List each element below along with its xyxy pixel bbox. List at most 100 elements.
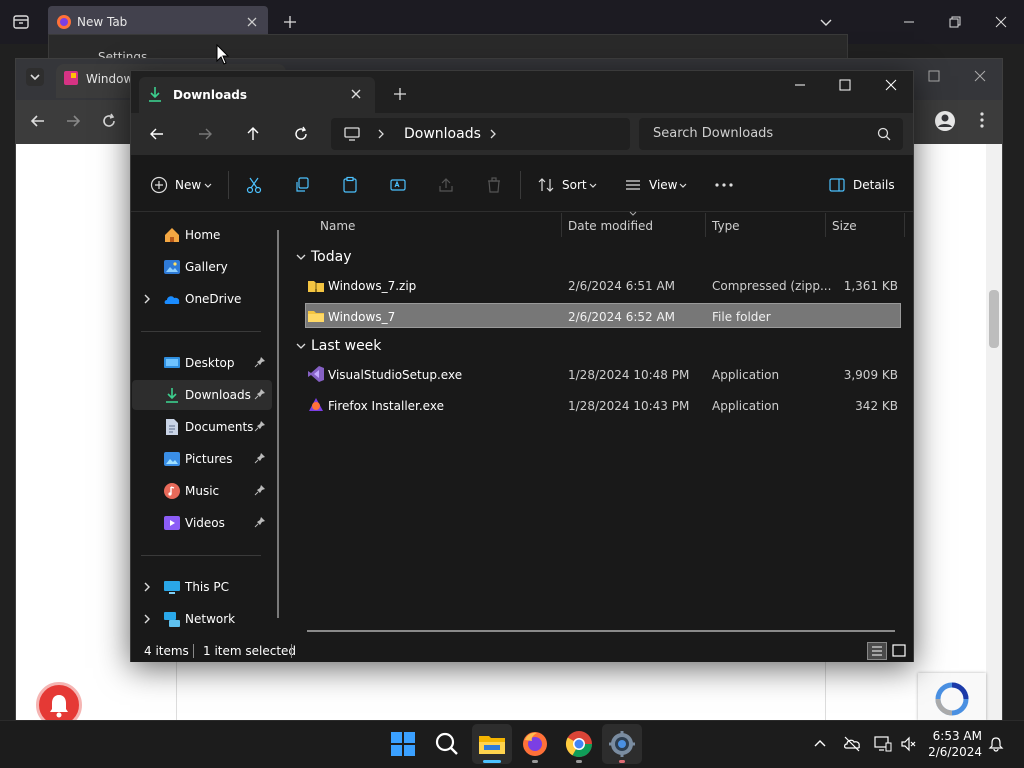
chevron-right-icon[interactable] [375, 127, 387, 141]
restore-icon[interactable] [947, 14, 963, 30]
column-header-name[interactable]: Name [320, 219, 355, 233]
list-all-tabs-icon[interactable] [12, 13, 30, 31]
file-name[interactable]: Windows_7 [328, 310, 395, 324]
maximize-icon[interactable] [926, 68, 942, 84]
close-icon[interactable] [972, 68, 988, 84]
file-explorer-icon[interactable] [476, 728, 508, 760]
close-icon[interactable] [883, 77, 899, 93]
navigation-pane-scrollbar[interactable] [277, 230, 279, 618]
column-divider[interactable] [705, 213, 706, 237]
back-arrow-icon[interactable] [28, 111, 48, 131]
new-tab-icon[interactable] [282, 14, 298, 30]
windows-start-icon[interactable] [387, 728, 419, 760]
cut-icon[interactable] [245, 176, 263, 194]
firefox-icon[interactable] [519, 728, 551, 760]
file-name[interactable]: Windows_7.zip [328, 279, 416, 293]
chevron-down-icon[interactable] [203, 180, 213, 190]
rename-icon[interactable] [389, 176, 407, 194]
sidebar-item-downloads[interactable]: Downloads [185, 388, 251, 402]
large-icons-view-icon[interactable] [889, 642, 909, 660]
delete-icon[interactable] [485, 176, 503, 194]
sidebar-item-documents[interactable]: Documents [185, 420, 253, 434]
file-name[interactable]: Firefox Installer.exe [328, 399, 444, 413]
copy-icon[interactable] [293, 176, 311, 194]
details-pane-icon[interactable] [828, 176, 846, 194]
refresh-icon[interactable] [291, 124, 311, 144]
new-icon[interactable] [150, 176, 168, 194]
onedrive-offline-icon[interactable] [843, 735, 861, 753]
chrome-scrollbar-thumb[interactable] [989, 290, 999, 348]
search-icon[interactable] [431, 728, 463, 760]
column-divider[interactable] [904, 213, 905, 237]
view-button[interactable]: View [649, 178, 677, 192]
pin-icon[interactable] [254, 452, 266, 464]
sidebar-item-music[interactable]: Music [185, 484, 219, 498]
network-status-icon[interactable] [874, 735, 892, 753]
pin-icon[interactable] [254, 484, 266, 496]
volume-muted-icon[interactable] [900, 735, 918, 753]
sidebar-item-videos[interactable]: Videos [185, 516, 225, 530]
chevron-down-icon[interactable] [678, 180, 688, 190]
reload-icon[interactable] [99, 111, 119, 131]
column-divider[interactable] [561, 213, 562, 237]
chevron-up-icon[interactable] [812, 736, 828, 752]
chrome-scrollbar[interactable] [986, 144, 1002, 720]
chrome-icon[interactable] [563, 728, 595, 760]
chevron-down-icon[interactable] [295, 251, 307, 263]
settings-gear-icon[interactable] [606, 728, 638, 760]
new-tab-icon[interactable] [392, 86, 408, 102]
column-divider[interactable] [825, 213, 826, 237]
group-header-today[interactable]: Today [311, 249, 352, 265]
paste-icon[interactable] [341, 176, 359, 194]
close-tab-icon[interactable] [348, 86, 364, 102]
breadcrumb-downloads[interactable]: Downloads [404, 126, 481, 142]
more-vert-icon[interactable] [972, 110, 992, 130]
chevron-right-icon[interactable] [487, 127, 499, 141]
search-icon[interactable] [876, 126, 892, 142]
horizontal-scrollbar[interactable] [307, 630, 895, 632]
sidebar-item-network[interactable]: Network [185, 612, 235, 626]
close-icon[interactable] [993, 14, 1009, 30]
maximize-icon[interactable] [837, 77, 853, 93]
file-name[interactable]: VisualStudioSetup.exe [328, 368, 462, 382]
new-button[interactable]: New [175, 178, 201, 192]
pin-icon[interactable] [254, 420, 266, 432]
back-arrow-icon[interactable] [147, 124, 167, 144]
view-icon[interactable] [624, 176, 642, 194]
chevron-down-icon[interactable] [818, 14, 834, 30]
chevron-right-icon[interactable] [141, 292, 153, 306]
more-options-icon[interactable] [714, 176, 734, 194]
group-header-last-week[interactable]: Last week [311, 338, 381, 354]
column-header-size[interactable]: Size [832, 219, 857, 233]
chevron-right-icon[interactable] [141, 612, 153, 626]
forward-arrow-icon[interactable] [195, 124, 215, 144]
close-tab-icon[interactable] [244, 14, 260, 30]
sort-icon[interactable] [537, 176, 555, 194]
minimize-icon[interactable] [792, 77, 808, 93]
forward-arrow-icon[interactable] [63, 111, 83, 131]
clock-time[interactable]: 6:53 AM [932, 729, 982, 743]
sidebar-item-this-pc[interactable]: This PC [185, 580, 229, 594]
monitor-icon[interactable] [343, 125, 361, 143]
share-icon[interactable] [437, 176, 455, 194]
sidebar-item-pictures[interactable]: Pictures [185, 452, 233, 466]
sidebar-item-onedrive[interactable]: OneDrive [185, 292, 241, 306]
recaptcha-badge[interactable] [918, 673, 986, 721]
details-button[interactable]: Details [853, 178, 895, 192]
column-header-type[interactable]: Type [712, 219, 740, 233]
up-arrow-icon[interactable] [243, 124, 263, 144]
chevron-down-icon[interactable] [295, 340, 307, 352]
pin-icon[interactable] [254, 516, 266, 528]
pin-icon[interactable] [254, 356, 266, 368]
column-header-date[interactable]: Date modified [568, 219, 653, 233]
tab-search-icon[interactable] [26, 68, 44, 86]
chevron-down-icon[interactable] [588, 180, 598, 190]
profile-icon[interactable] [934, 110, 956, 132]
minimize-icon[interactable] [901, 14, 917, 30]
clock-date[interactable]: 2/6/2024 [926, 745, 982, 759]
sidebar-item-desktop[interactable]: Desktop [185, 356, 235, 370]
sort-button[interactable]: Sort [562, 178, 587, 192]
chevron-right-icon[interactable] [141, 580, 153, 594]
sidebar-item-gallery[interactable]: Gallery [185, 260, 228, 274]
notification-icon[interactable] [988, 736, 1004, 752]
